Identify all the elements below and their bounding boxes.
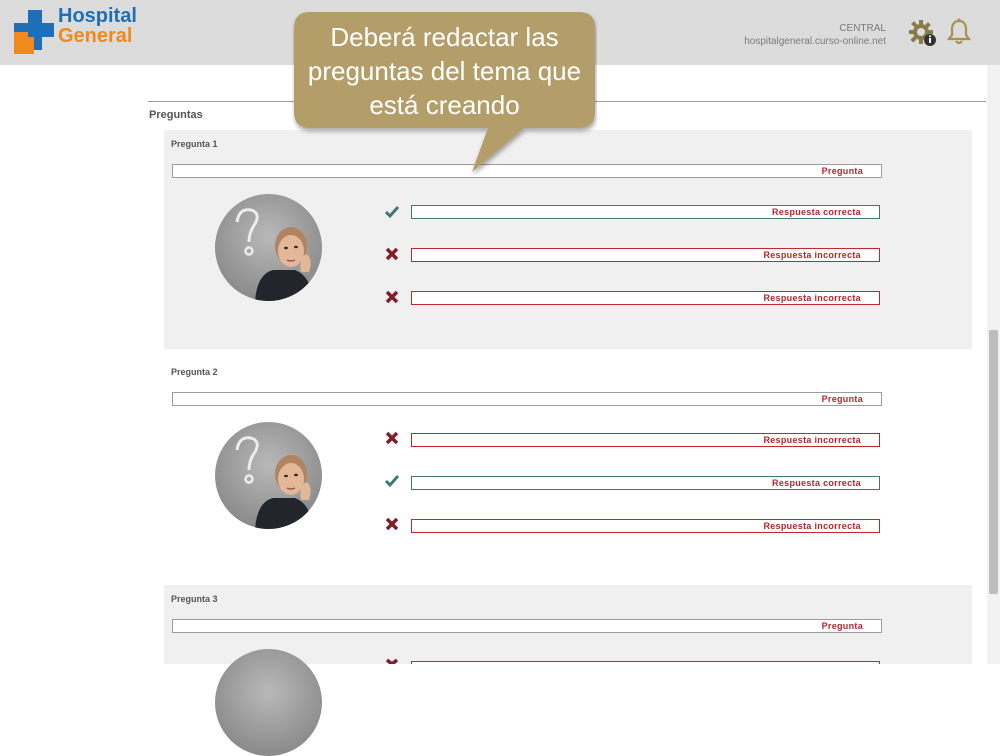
thinking-woman-avatar <box>215 649 322 756</box>
question-input[interactable]: Pregunta <box>172 619 882 633</box>
answer-input[interactable]: Respuesta incorrecta <box>411 519 880 533</box>
gear-info-icon[interactable] <box>909 19 937 47</box>
logo-line1: Hospital <box>58 5 137 27</box>
logo-text: Hospital General <box>58 6 137 46</box>
check-icon <box>384 475 400 488</box>
logo-cross-icon <box>14 10 54 54</box>
answer-input[interactable]: Respuesta incorrecta <box>411 433 880 447</box>
check-icon <box>384 206 400 219</box>
logo-line2: General <box>58 25 133 47</box>
cross-icon <box>385 290 399 304</box>
question-input[interactable]: Pregunta <box>172 392 882 406</box>
answer-input[interactable]: Respuesta correcta <box>411 476 880 490</box>
site-url: hospitalgeneral.curso-online.net <box>744 36 886 47</box>
site-info: CENTRAL hospitalgeneral.curso-online.net <box>744 22 886 48</box>
question-card-3: Pregunta 3 Pregunta <box>164 585 972 756</box>
answer-input[interactable]: Respuesta correcta <box>411 205 880 219</box>
callout-text: Deberá redactar las preguntas del tema q… <box>307 22 582 120</box>
cross-icon <box>385 247 399 261</box>
answer-input[interactable]: Respuesta incorrecta <box>411 291 880 305</box>
question-title: Pregunta 1 <box>171 139 218 149</box>
thinking-woman-avatar <box>215 422 322 529</box>
hospital-logo[interactable]: Hospital General <box>14 6 139 56</box>
bell-icon[interactable] <box>946 18 972 46</box>
scrollbar-thumb[interactable] <box>989 330 998 594</box>
question-card-2: Pregunta 2 Pregunta Respuesta incorrecta… <box>164 358 972 577</box>
site-name: CENTRAL <box>839 23 886 34</box>
question-title: Pregunta 3 <box>171 594 218 604</box>
cross-icon <box>385 658 399 664</box>
cross-icon <box>385 517 399 531</box>
answer-input[interactable]: Respuesta incorrecta <box>411 248 880 262</box>
question-title: Pregunta 2 <box>171 367 218 377</box>
cross-icon <box>385 431 399 445</box>
thinking-woman-avatar <box>215 194 322 301</box>
section-title: Preguntas <box>149 109 203 121</box>
